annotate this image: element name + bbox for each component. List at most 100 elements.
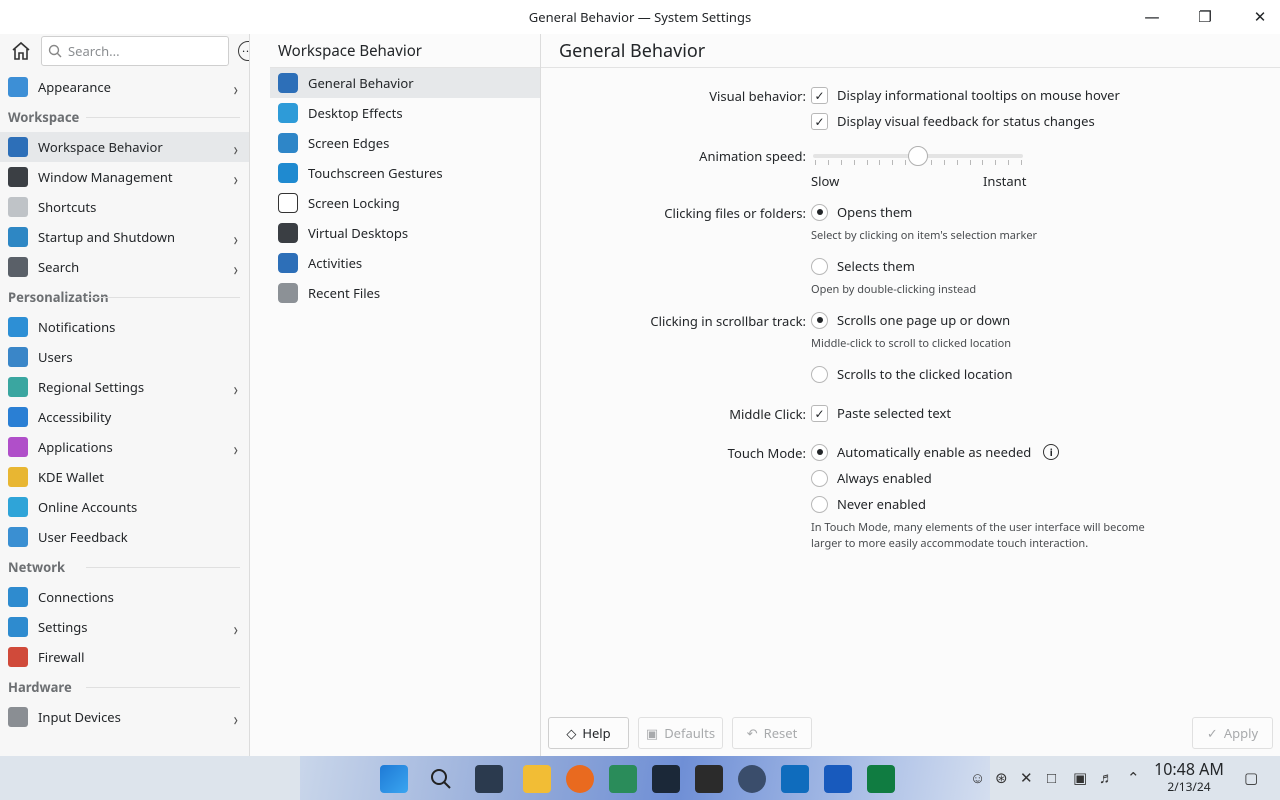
scroll-location-radio[interactable]: Scrolls to the clicked location	[811, 365, 1013, 383]
sidebar-item-input-devices[interactable]: Input Devices ›	[0, 702, 249, 732]
subcategory-desktop-effects[interactable]: Desktop Effects	[270, 98, 540, 128]
search-box[interactable]	[41, 36, 229, 66]
subcategory-virtual-desktops[interactable]: Virtual Desktops	[270, 218, 540, 248]
app-store-icon[interactable]	[609, 765, 637, 793]
minimize-button[interactable]: —	[1134, 0, 1170, 34]
reset-button[interactable]: ↶ Reset	[732, 717, 812, 749]
sidebar-item-notifications[interactable]: Notifications	[0, 312, 249, 342]
search-taskbar-icon[interactable]	[427, 765, 455, 793]
sidebar-item-shortcuts[interactable]: Shortcuts	[0, 192, 249, 222]
subcategory-screen-edges[interactable]: Screen Edges	[270, 128, 540, 158]
slider-tick	[853, 160, 855, 165]
sidebar-item-search[interactable]: Search ›	[0, 252, 249, 282]
file-explorer-icon[interactable]	[523, 765, 551, 793]
touch-always-radio[interactable]: Always enabled	[811, 469, 932, 487]
outlook-icon[interactable]	[781, 765, 809, 793]
touch-mode-hint-2: larger to more easily accommodate touch …	[811, 536, 1089, 551]
checkmark-icon: ✓	[811, 112, 828, 130]
task-view-icon[interactable]	[475, 765, 503, 793]
photos-icon[interactable]	[652, 765, 680, 793]
terminal-icon[interactable]	[695, 765, 723, 793]
sidebar-item-workspace-behavior[interactable]: Workspace Behavior ›	[0, 132, 249, 162]
close-button[interactable]: ✕	[1242, 0, 1278, 34]
touch-mode-hint-1: In Touch Mode, many elements of the user…	[811, 520, 1145, 535]
tooltips-checkbox[interactable]: ✓ Display informational tooltips on mouse…	[811, 86, 1120, 104]
slider-tick	[982, 160, 984, 165]
defaults-button[interactable]: ▣ Defaults	[638, 717, 723, 749]
notifications-tray-icon[interactable]: ▢	[1244, 768, 1258, 788]
sidebar-item-startup-and-shutdown[interactable]: Startup and Shutdown ›	[0, 222, 249, 252]
animation-speed-slider[interactable]	[811, 146, 1025, 166]
word-icon[interactable]	[824, 765, 852, 793]
more-options-icon[interactable]: ···	[238, 41, 249, 61]
sidebar-item-regional-settings[interactable]: Regional Settings ›	[0, 372, 249, 402]
touch-auto-radio[interactable]: Automatically enable as needed i	[811, 443, 1060, 461]
sidebar-item-applications[interactable]: Applications ›	[0, 432, 249, 462]
subcategory-recent-files[interactable]: Recent Files	[270, 278, 540, 308]
subcategory-screen-locking[interactable]: Screen Locking	[270, 188, 540, 218]
visual-behavior-label: Visual behavior:	[709, 87, 806, 105]
scroll-page-radio[interactable]: Scrolls one page up or down	[811, 311, 1010, 329]
radio-indicator	[811, 257, 828, 275]
virtual-desktops-icon	[278, 223, 298, 243]
apply-check-icon: ✓	[1206, 724, 1218, 742]
home-icon[interactable]	[10, 40, 32, 62]
chevron-right-icon: ›	[233, 437, 238, 462]
help-button[interactable]: ◇ Help	[548, 717, 629, 749]
accessibility-icon	[8, 407, 28, 427]
chevron-right-icon: ›	[233, 167, 238, 192]
sidebar-item-online-accounts[interactable]: Online Accounts	[0, 492, 249, 522]
network-tray-icon[interactable]: ▣	[1073, 768, 1087, 788]
mute-tray-icon[interactable]: ✕	[1020, 768, 1033, 788]
sidebar-item-users[interactable]: Users	[0, 342, 249, 372]
sidebar-item-label: Search	[38, 258, 80, 276]
subcategory-activities[interactable]: Activities	[270, 248, 540, 278]
sidebar-item-accessibility[interactable]: Accessibility	[0, 402, 249, 432]
reset-icon: ↶	[746, 724, 758, 742]
chevron-right-icon: ›	[233, 257, 238, 282]
sidebar-item-connections[interactable]: Connections	[0, 582, 249, 612]
content-panel: General Behavior Visual behavior: ✓ Displ…	[541, 34, 1280, 756]
clock[interactable]: 10:48 AM 2/13/24	[1152, 759, 1226, 795]
sidebar-item-window-management[interactable]: Window Management ›	[0, 162, 249, 192]
subcategory-label: Activities	[308, 254, 363, 272]
touch-mode-label: Touch Mode:	[727, 444, 806, 462]
subcategory-general-behavior[interactable]: General Behavior	[270, 68, 540, 98]
bluetooth-tray-icon[interactable]: ⊛	[995, 768, 1008, 788]
system-settings-icon[interactable]	[738, 765, 766, 793]
slider-handle[interactable]	[908, 146, 928, 166]
sidebar-item-firewall[interactable]: Firewall	[0, 642, 249, 672]
page-title: General Behavior	[541, 34, 1280, 68]
maximize-button[interactable]: ❐	[1187, 0, 1223, 34]
subcategory-label: Desktop Effects	[308, 104, 403, 122]
defaults-icon: ▣	[645, 724, 659, 742]
subcategory-label: Recent Files	[308, 284, 381, 302]
tray-expand-icon[interactable]: ⌃	[1127, 768, 1140, 788]
chevron-right-icon: ›	[233, 707, 238, 732]
firefox-icon[interactable]	[566, 765, 594, 793]
volume-tray-icon[interactable]: ♬	[1099, 768, 1114, 788]
sidebar-item-kde-wallet[interactable]: KDE Wallet	[0, 462, 249, 492]
touch-never-radio[interactable]: Never enabled	[811, 495, 926, 513]
paste-selected-checkbox[interactable]: ✓ Paste selected text	[811, 404, 951, 422]
sidebar-item-settings[interactable]: Settings ›	[0, 612, 249, 642]
selects-them-radio[interactable]: Selects them	[811, 257, 915, 275]
sidebar-section-header: Personalization	[0, 282, 249, 312]
opens-them-radio[interactable]: Opens them	[811, 203, 912, 221]
subcategory-touchscreen-gestures[interactable]: Touchscreen Gestures	[270, 158, 540, 188]
apply-button[interactable]: ✓ Apply	[1192, 717, 1273, 749]
display-tray-icon[interactable]: □	[1047, 768, 1056, 788]
excel-icon[interactable]	[867, 765, 895, 793]
info-icon[interactable]: i	[1043, 444, 1060, 460]
sidebar-item-label: Applications	[38, 438, 113, 456]
taskbar: ☺ ⊛ ✕ □ ▣ ♬ ⌃ 10:48 AM 2/13/24 ▢	[0, 756, 1280, 800]
touch-auto-label: Automatically enable as needed	[837, 443, 1032, 461]
sidebar-item-user-feedback[interactable]: User Feedback	[0, 522, 249, 552]
user-tray-icon[interactable]: ☺	[970, 768, 985, 788]
sidebar-item-label: Users	[38, 348, 73, 366]
connections-icon	[8, 587, 28, 607]
status-feedback-checkbox[interactable]: ✓ Display visual feedback for status chan…	[811, 112, 1095, 130]
sidebar-item-appearance[interactable]: Appearance ›	[0, 72, 249, 102]
search-input[interactable]	[68, 42, 218, 60]
start-menu-icon[interactable]	[380, 765, 408, 793]
